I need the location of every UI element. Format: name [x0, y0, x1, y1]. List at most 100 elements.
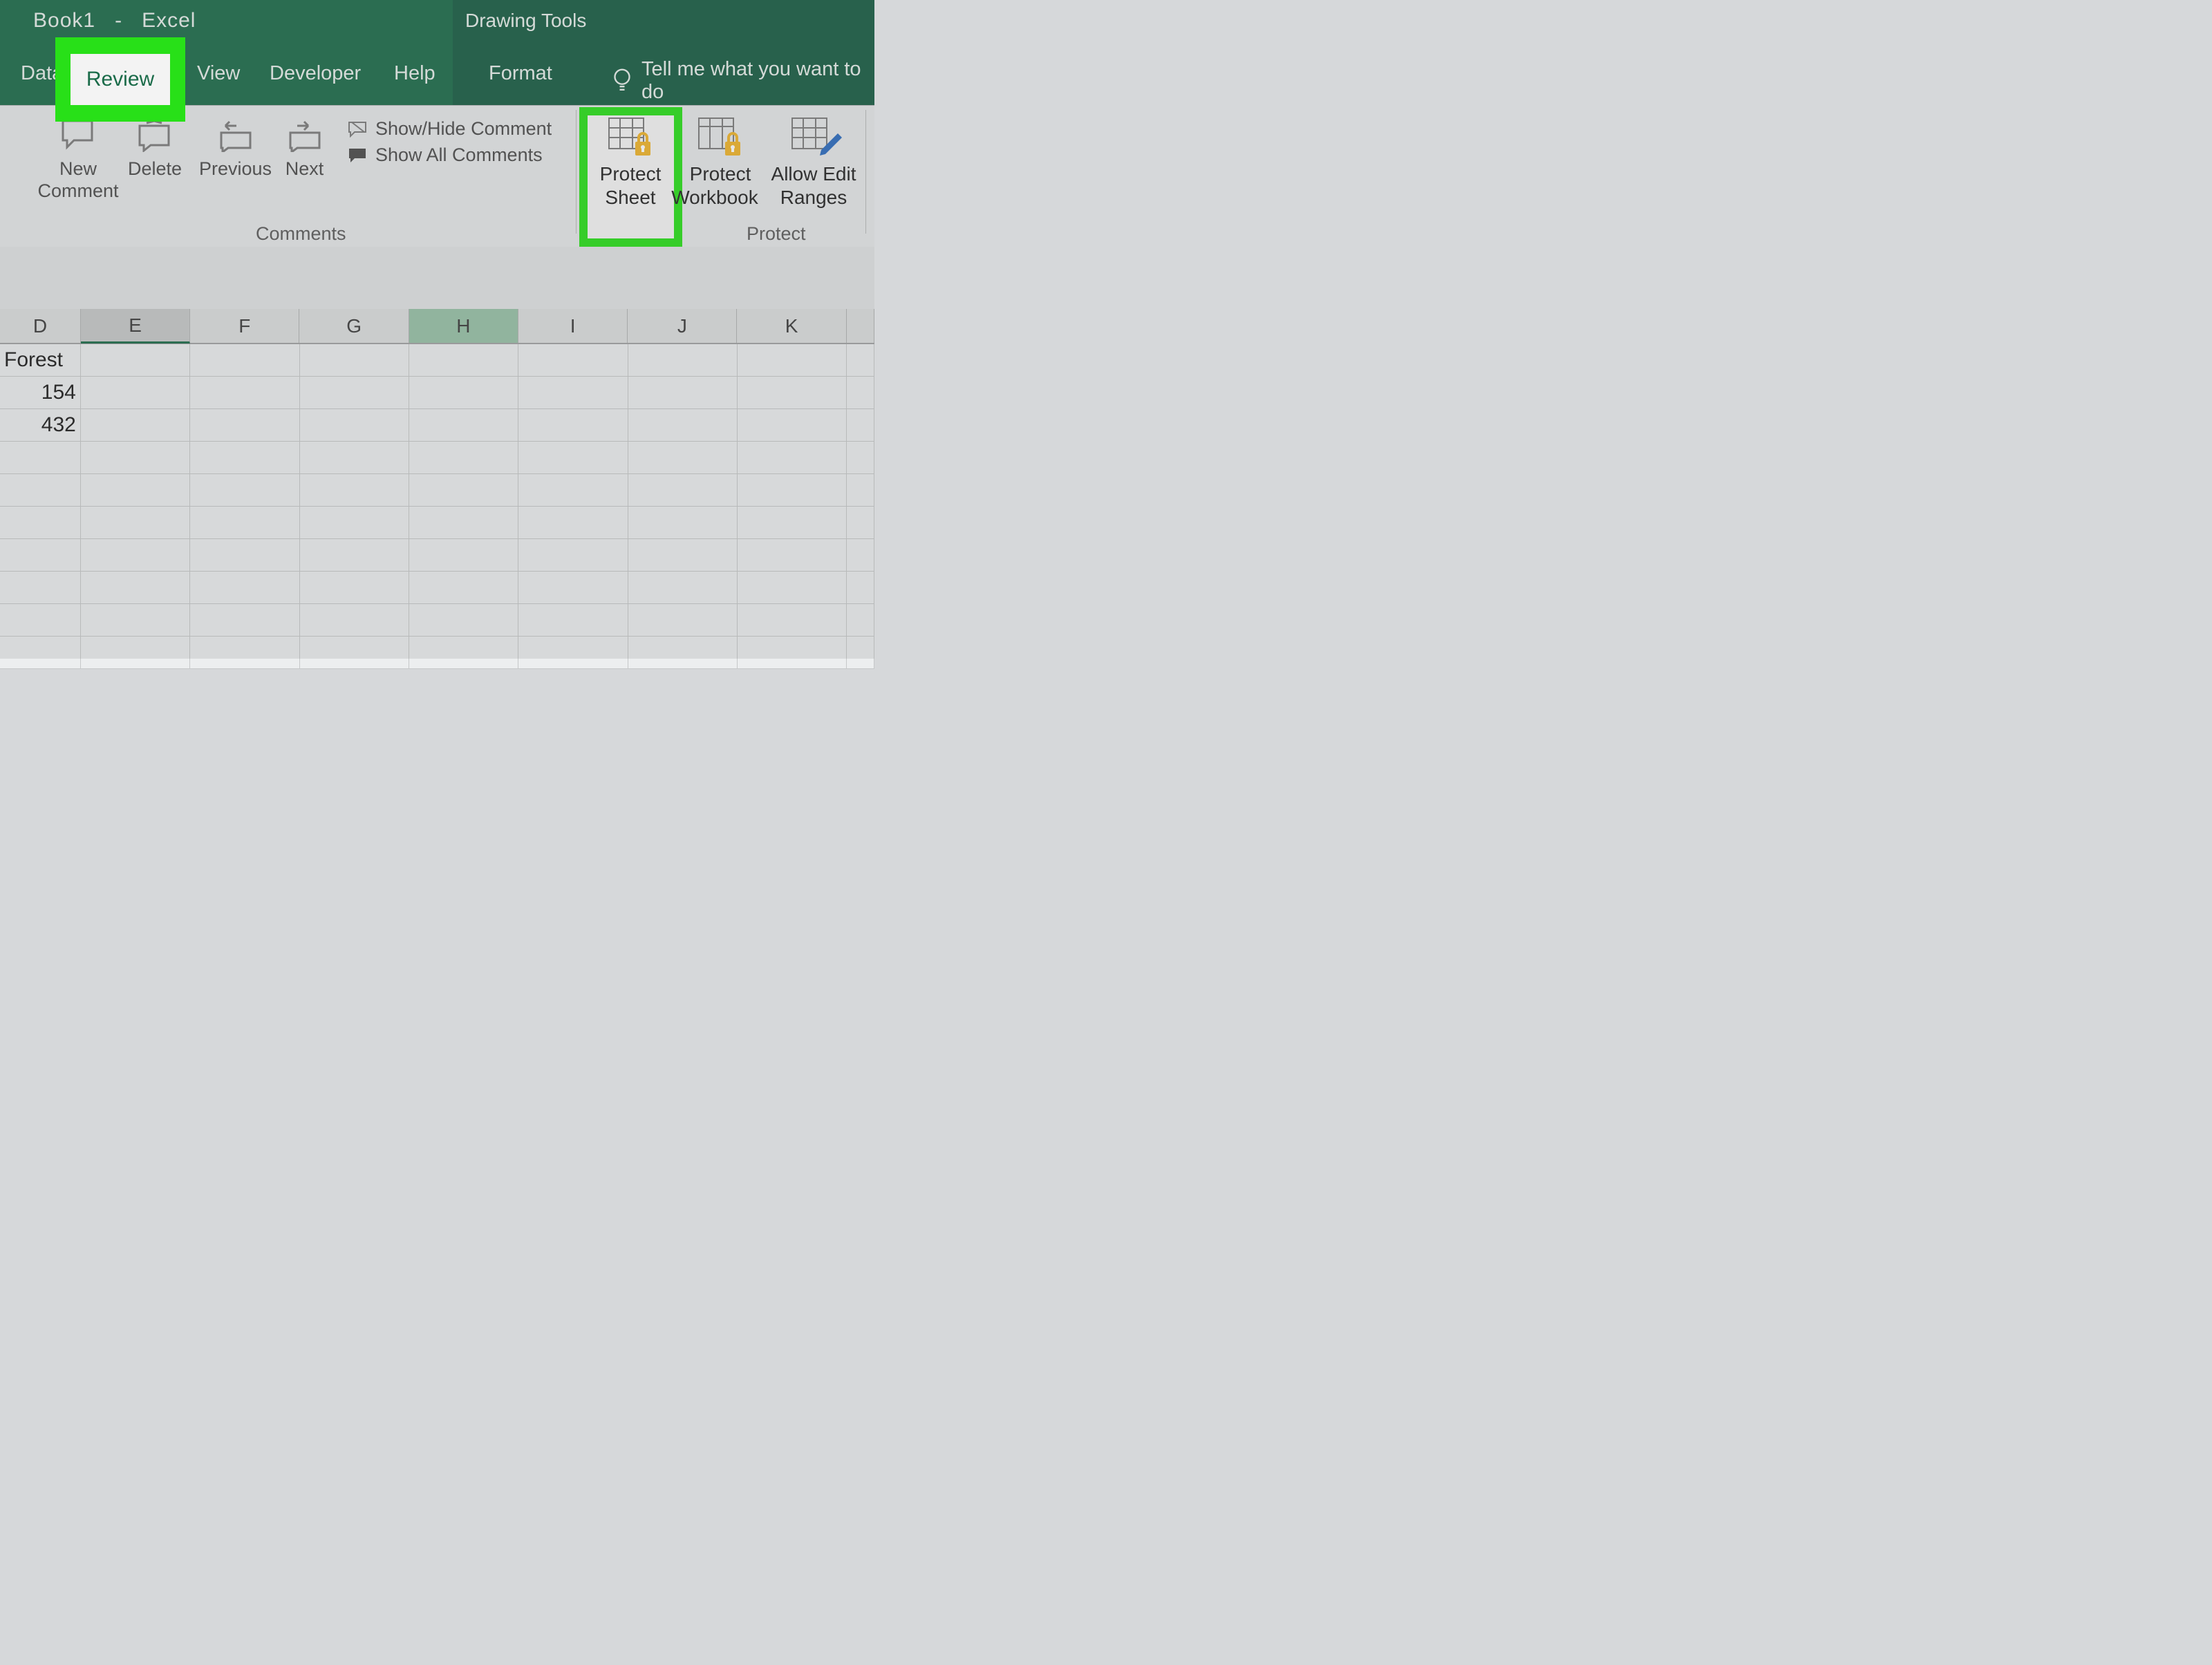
cell[interactable]: [518, 409, 628, 442]
cell[interactable]: [81, 442, 190, 474]
cell[interactable]: [738, 474, 847, 507]
cell[interactable]: [300, 604, 409, 637]
cell[interactable]: [300, 344, 409, 377]
cell[interactable]: [628, 442, 738, 474]
tab-developer[interactable]: Developer: [263, 62, 368, 85]
tab-view[interactable]: View: [190, 62, 247, 85]
tab-review[interactable]: Review: [71, 54, 170, 105]
column-header-G[interactable]: G: [299, 309, 409, 343]
cell[interactable]: [409, 539, 518, 572]
cell[interactable]: [0, 507, 81, 539]
column-header-E[interactable]: E: [81, 309, 190, 344]
cell[interactable]: [409, 474, 518, 507]
cell[interactable]: [518, 344, 628, 377]
cell[interactable]: Forest: [0, 344, 81, 377]
cell[interactable]: [738, 637, 847, 669]
cell[interactable]: [738, 604, 847, 637]
cell[interactable]: [409, 377, 518, 409]
cell[interactable]: [0, 442, 81, 474]
column-header-F[interactable]: F: [190, 309, 299, 343]
cell[interactable]: [300, 409, 409, 442]
cell[interactable]: [518, 604, 628, 637]
cell[interactable]: [190, 377, 299, 409]
cell[interactable]: [81, 539, 190, 572]
cell[interactable]: [409, 442, 518, 474]
cell[interactable]: [847, 474, 874, 507]
cell[interactable]: [628, 604, 738, 637]
tell-me-search[interactable]: Tell me what you want to do: [612, 58, 874, 104]
cell[interactable]: [300, 637, 409, 669]
cell[interactable]: 432: [0, 409, 81, 442]
column-header-extra[interactable]: [847, 309, 874, 343]
cell[interactable]: [847, 409, 874, 442]
cell[interactable]: [518, 539, 628, 572]
cell[interactable]: [518, 637, 628, 669]
cell[interactable]: [81, 377, 190, 409]
cell[interactable]: [738, 539, 847, 572]
protect-workbook-button[interactable]: Protect Workbook: [679, 115, 762, 209]
cell[interactable]: [0, 539, 81, 572]
cell[interactable]: [190, 442, 299, 474]
cell[interactable]: [190, 539, 299, 572]
delete-comment-button[interactable]: Delete: [128, 115, 182, 180]
cell[interactable]: [738, 344, 847, 377]
cell[interactable]: [190, 572, 299, 604]
cell[interactable]: [0, 572, 81, 604]
cell[interactable]: [847, 572, 874, 604]
cell[interactable]: [0, 604, 81, 637]
cell[interactable]: [847, 604, 874, 637]
cell[interactable]: [300, 507, 409, 539]
cell[interactable]: [847, 442, 874, 474]
cell[interactable]: [190, 637, 299, 669]
cell[interactable]: [847, 539, 874, 572]
cell[interactable]: [628, 539, 738, 572]
cell[interactable]: [628, 377, 738, 409]
previous-comment-button[interactable]: Previous: [199, 115, 272, 180]
cell[interactable]: [518, 474, 628, 507]
column-header-D[interactable]: D: [0, 309, 81, 343]
cell[interactable]: [409, 344, 518, 377]
cell[interactable]: 154: [0, 377, 81, 409]
cell[interactable]: [738, 507, 847, 539]
cell[interactable]: [81, 572, 190, 604]
cell[interactable]: [190, 474, 299, 507]
cell[interactable]: [409, 637, 518, 669]
cell[interactable]: [518, 572, 628, 604]
cell[interactable]: [409, 572, 518, 604]
allow-edit-ranges-button[interactable]: Allow Edit Ranges: [769, 115, 859, 209]
show-hide-comment-button[interactable]: Show/Hide Comment: [348, 118, 552, 140]
cell[interactable]: [81, 344, 190, 377]
cell[interactable]: [738, 442, 847, 474]
cell[interactable]: [0, 474, 81, 507]
cell[interactable]: [190, 344, 299, 377]
cell[interactable]: [0, 637, 81, 669]
cell[interactable]: [300, 572, 409, 604]
cell[interactable]: [81, 474, 190, 507]
cell[interactable]: [738, 572, 847, 604]
column-header-I[interactable]: I: [518, 309, 628, 343]
column-header-K[interactable]: K: [737, 309, 846, 343]
tab-help[interactable]: Help: [387, 62, 442, 85]
cell[interactable]: [518, 507, 628, 539]
tab-format[interactable]: Format: [482, 62, 559, 85]
cell[interactable]: [628, 572, 738, 604]
cell[interactable]: [628, 637, 738, 669]
cell[interactable]: [190, 507, 299, 539]
cell[interactable]: [190, 409, 299, 442]
cell[interactable]: [738, 409, 847, 442]
cell[interactable]: [518, 442, 628, 474]
protect-sheet-button[interactable]: Protect Sheet: [596, 115, 665, 209]
show-all-comments-button[interactable]: Show All Comments: [348, 144, 543, 166]
cell[interactable]: [628, 507, 738, 539]
cell[interactable]: [847, 344, 874, 377]
new-comment-button[interactable]: New Comment: [33, 115, 123, 203]
cell[interactable]: [409, 604, 518, 637]
cell[interactable]: [81, 604, 190, 637]
cell[interactable]: [628, 409, 738, 442]
column-header-H[interactable]: H: [409, 309, 518, 343]
cell[interactable]: [409, 409, 518, 442]
cell[interactable]: [81, 507, 190, 539]
cell[interactable]: [518, 377, 628, 409]
cell[interactable]: [628, 474, 738, 507]
cell[interactable]: [628, 344, 738, 377]
